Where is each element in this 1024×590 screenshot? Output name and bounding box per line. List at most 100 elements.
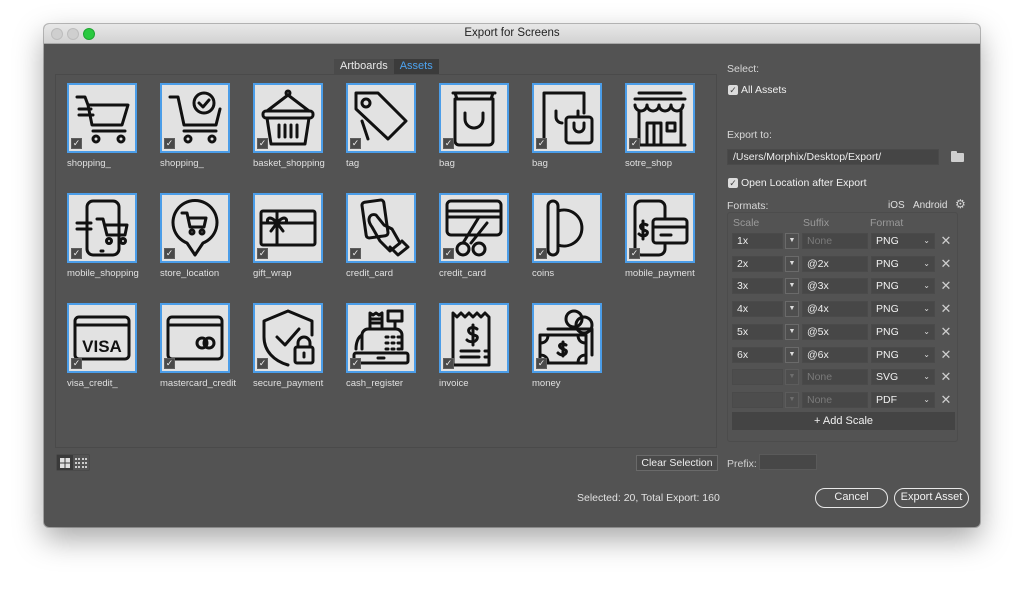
scale-input[interactable]: 5x — [732, 324, 783, 340]
asset-checkbox[interactable]: ✓ — [443, 138, 454, 149]
asset-checkbox[interactable]: ✓ — [443, 358, 454, 369]
tab-assets[interactable]: Assets — [393, 59, 439, 74]
scale-input[interactable]: 4x — [732, 301, 783, 317]
asset-thumbnail[interactable]: ✓ — [67, 83, 137, 153]
scale-dropdown-button[interactable]: ▼ — [785, 347, 799, 363]
scale-input[interactable]: 6x — [732, 347, 783, 363]
scale-dropdown-button[interactable]: ▼ — [785, 369, 799, 385]
suffix-input[interactable]: @2x — [802, 256, 868, 272]
asset-checkbox[interactable]: ✓ — [350, 358, 361, 369]
asset-tile[interactable]: ✓ mastercard_credit — [160, 303, 236, 389]
asset-tile[interactable]: ✓ basket_shopping — [253, 83, 325, 169]
asset-tile[interactable]: ✓ shopping_ — [67, 83, 139, 169]
asset-tile[interactable]: ✓ money — [532, 303, 604, 389]
asset-checkbox[interactable]: ✓ — [536, 358, 547, 369]
android-preset-button[interactable]: Android — [913, 200, 947, 211]
asset-checkbox[interactable]: ✓ — [71, 138, 82, 149]
asset-tile[interactable]: ✓ tag — [346, 83, 418, 169]
format-select[interactable]: PNG ⌄ — [871, 347, 935, 363]
clear-selection-button[interactable]: Clear Selection — [636, 455, 718, 471]
suffix-input[interactable]: @6x — [802, 347, 868, 363]
asset-thumbnail[interactable]: ✓ — [160, 303, 230, 373]
format-select[interactable]: SVG ⌄ — [871, 369, 935, 385]
suffix-input[interactable]: @5x — [802, 324, 868, 340]
asset-checkbox[interactable]: ✓ — [443, 248, 454, 259]
asset-checkbox[interactable]: ✓ — [257, 358, 268, 369]
asset-tile[interactable]: ✓ mobile_payment — [625, 193, 697, 279]
asset-thumbnail[interactable]: ✓ — [160, 193, 230, 263]
asset-tile[interactable]: ✓ sotre_shop — [625, 83, 697, 169]
asset-thumbnail[interactable]: ✓ — [625, 193, 695, 263]
asset-tile[interactable]: ✓ cash_register — [346, 303, 418, 389]
asset-tile[interactable]: ✓ secure_payment — [253, 303, 325, 389]
remove-row-icon[interactable]: ✕ — [940, 257, 952, 271]
suffix-input[interactable]: None — [802, 369, 868, 385]
scale-dropdown-button[interactable]: ▼ — [785, 233, 799, 249]
remove-row-icon[interactable]: ✕ — [940, 393, 952, 407]
asset-checkbox[interactable]: ✓ — [350, 248, 361, 259]
add-scale-button[interactable]: + Add Scale — [732, 412, 955, 430]
scale-dropdown-button[interactable]: ▼ — [785, 392, 799, 408]
asset-checkbox[interactable]: ✓ — [257, 248, 268, 259]
asset-checkbox[interactable]: ✓ — [536, 138, 547, 149]
cancel-button[interactable]: Cancel — [815, 488, 888, 508]
asset-thumbnail[interactable]: ✓ — [253, 193, 323, 263]
asset-tile[interactable]: VISA ✓ visa_credit_ — [67, 303, 139, 389]
asset-checkbox[interactable]: ✓ — [629, 138, 640, 149]
asset-thumbnail[interactable]: ✓ — [532, 193, 602, 263]
asset-tile[interactable]: ✓ credit_card — [439, 193, 511, 279]
asset-thumbnail[interactable]: ✓ — [253, 83, 323, 153]
format-select[interactable]: PNG ⌄ — [871, 256, 935, 272]
asset-checkbox[interactable]: ✓ — [71, 248, 82, 259]
asset-tile[interactable]: ✓ coins — [532, 193, 604, 279]
prefix-input[interactable] — [759, 454, 817, 470]
format-select[interactable]: PDF ⌄ — [871, 392, 935, 408]
scale-dropdown-button[interactable]: ▼ — [785, 278, 799, 294]
asset-thumbnail[interactable]: ✓ — [346, 193, 416, 263]
remove-row-icon[interactable]: ✕ — [940, 348, 952, 362]
asset-thumbnail[interactable]: ✓ — [532, 303, 602, 373]
asset-checkbox[interactable]: ✓ — [629, 248, 640, 259]
remove-row-icon[interactable]: ✕ — [940, 279, 952, 293]
asset-thumbnail[interactable]: ✓ — [625, 83, 695, 153]
asset-thumbnail[interactable]: ✓ — [253, 303, 323, 373]
scale-dropdown-button[interactable]: ▼ — [785, 324, 799, 340]
asset-tile[interactable]: ✓ store_location — [160, 193, 232, 279]
scale-dropdown-button[interactable]: ▼ — [785, 301, 799, 317]
asset-thumbnail[interactable]: ✓ — [532, 83, 602, 153]
scale-dropdown-button[interactable]: ▼ — [785, 256, 799, 272]
asset-thumbnail[interactable]: ✓ — [439, 83, 509, 153]
remove-row-icon[interactable]: ✕ — [940, 325, 952, 339]
suffix-input[interactable]: @4x — [802, 301, 868, 317]
scale-input[interactable] — [732, 369, 783, 385]
asset-thumbnail[interactable]: ✓ — [346, 303, 416, 373]
asset-checkbox[interactable]: ✓ — [164, 248, 175, 259]
asset-checkbox[interactable]: ✓ — [164, 138, 175, 149]
asset-thumbnail[interactable]: ✓ — [67, 193, 137, 263]
asset-checkbox[interactable]: ✓ — [257, 138, 268, 149]
remove-row-icon[interactable]: ✕ — [940, 302, 952, 316]
export-path-field[interactable]: /Users/Morphix/Desktop/Export/ — [727, 149, 939, 165]
asset-thumbnail[interactable]: ✓ — [160, 83, 230, 153]
asset-checkbox[interactable]: ✓ — [71, 358, 82, 369]
asset-tile[interactable]: ✓ credit_card — [346, 193, 418, 279]
asset-tile[interactable]: ✓ invoice — [439, 303, 511, 389]
asset-thumbnail[interactable]: ✓ — [439, 193, 509, 263]
suffix-input[interactable]: @3x — [802, 278, 868, 294]
gear-icon[interactable]: ⚙ — [955, 198, 967, 210]
asset-checkbox[interactable]: ✓ — [350, 138, 361, 149]
format-select[interactable]: PNG ⌄ — [871, 324, 935, 340]
scale-input[interactable]: 2x — [732, 256, 783, 272]
asset-thumbnail[interactable]: ✓ — [346, 83, 416, 153]
all-assets-checkbox[interactable]: ✓ — [728, 85, 738, 95]
suffix-input[interactable]: None — [802, 233, 868, 249]
asset-thumbnail[interactable]: ✓ — [439, 303, 509, 373]
export-asset-button[interactable]: Export Asset — [894, 488, 969, 508]
asset-tile[interactable]: ✓ mobile_shopping — [67, 193, 139, 279]
asset-checkbox[interactable]: ✓ — [164, 358, 175, 369]
open-location-checkbox[interactable]: ✓ — [728, 178, 738, 188]
grid-view-button[interactable] — [57, 455, 73, 470]
asset-tile[interactable]: ✓ gift_wrap — [253, 193, 325, 279]
tab-artboards[interactable]: Artboards — [334, 59, 394, 74]
folder-icon[interactable] — [951, 151, 964, 162]
